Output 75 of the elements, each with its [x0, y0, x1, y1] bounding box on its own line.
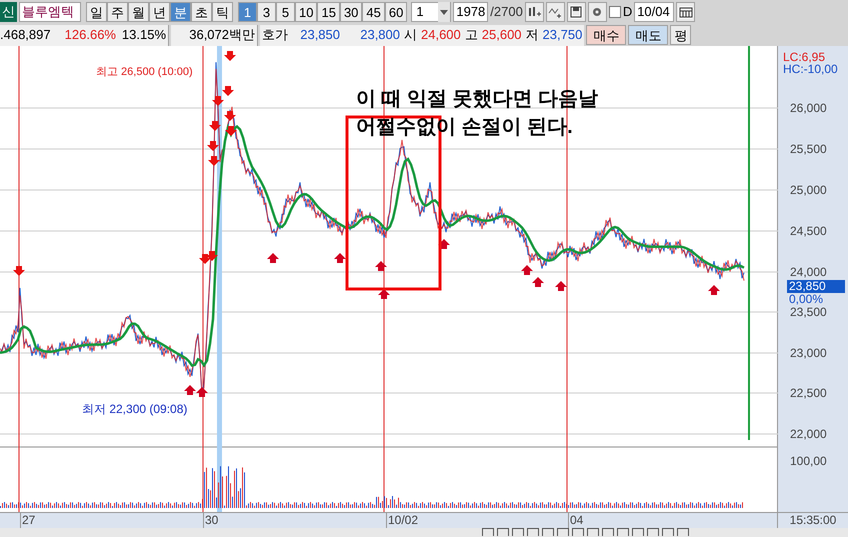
price-tick: 24,500 [790, 225, 827, 238]
total-count: /2700 [490, 3, 523, 22]
tool-icon[interactable] [512, 528, 524, 536]
d-checkbox[interactable] [608, 6, 621, 18]
period-tab[interactable]: 5 [276, 2, 295, 22]
period-tab[interactable]: 초 [191, 2, 212, 22]
open-label: 시 [404, 26, 417, 44]
period-tab[interactable]: 분 [170, 2, 191, 22]
line-add-icon[interactable] [546, 2, 565, 22]
hc-label: HC:-10,00 [783, 62, 838, 78]
current-price-label: 23,850 [787, 280, 845, 293]
price-tick: 26,000 [790, 102, 827, 115]
buy-button[interactable]: 매수 [586, 25, 626, 45]
tool-icon[interactable] [677, 528, 689, 536]
tool-icon[interactable] [632, 528, 644, 536]
tool-icon[interactable] [497, 528, 509, 536]
ask-price: 23,850 [299, 26, 340, 44]
price-tick: 23,500 [790, 306, 827, 319]
price-tick: 25,000 [790, 184, 827, 197]
period-tab[interactable]: 년 [149, 2, 170, 22]
tool-icon[interactable] [587, 528, 599, 536]
low-label: 저 [526, 26, 539, 44]
save-icon[interactable] [566, 2, 586, 22]
price-tick: 22,500 [790, 387, 827, 400]
period-tab[interactable]: 60 [384, 2, 408, 22]
interval-select[interactable]: 1 [411, 2, 452, 22]
turnover-rate: 13.15% [120, 26, 166, 44]
tool-icon[interactable] [602, 528, 614, 536]
calendar-icon[interactable] [676, 2, 696, 22]
trade-amount: 36,072백만 [188, 26, 255, 44]
open-price: 24,600 [421, 26, 461, 44]
candle-add-icon[interactable] [524, 2, 544, 22]
d-label: D [622, 3, 632, 22]
tool-icon[interactable] [542, 528, 554, 536]
stock-name-field[interactable]: 블루엠텍 [19, 2, 81, 22]
ask-price: 23,800 [359, 26, 400, 44]
high-annotation: 최고 26,500 (10:00) [96, 65, 193, 80]
tool-icon[interactable] [482, 528, 494, 536]
tool-icon[interactable] [647, 528, 659, 536]
period-tab[interactable]: 45 [362, 2, 385, 22]
tool-icon[interactable] [662, 528, 674, 536]
average-button[interactable]: 평 [670, 25, 692, 45]
tool-icon[interactable] [572, 528, 584, 536]
low-price: 23,750 [542, 26, 582, 44]
volume-value: .468,897 [0, 26, 52, 44]
market-badge: 신 [0, 2, 17, 22]
tool-icon[interactable] [557, 528, 569, 536]
low-annotation: 최저 22,300 (09:08) [82, 401, 188, 418]
change-rate: 126.66% [64, 26, 116, 44]
period-tab[interactable]: 틱 [212, 2, 233, 22]
price-tick: 22,000 [790, 428, 827, 441]
period-tab[interactable]: 10 [295, 2, 318, 22]
lc-label: LC:6,95 [783, 49, 826, 64]
period-tab[interactable]: 3 [257, 2, 276, 22]
settings-icon[interactable] [588, 2, 607, 22]
period-tab[interactable]: 15 [317, 2, 340, 22]
tool-icon[interactable] [617, 528, 629, 536]
period-tab[interactable]: 1 [238, 2, 257, 22]
high-label: 고 [464, 26, 478, 44]
time-label: 15:35:00 [788, 513, 838, 528]
ask-label: 호가 [262, 26, 288, 44]
period-tab[interactable]: 30 [340, 2, 362, 22]
volume-tick: 100,00 [790, 453, 827, 470]
sell-button[interactable]: 매도 [628, 25, 668, 45]
tool-icon[interactable] [527, 528, 539, 536]
period-tab[interactable]: 일 [86, 2, 107, 22]
current-change: 0,00% [789, 293, 824, 306]
price-tick: 24,000 [790, 266, 827, 279]
price-tick: 25,500 [790, 143, 827, 156]
price-tick: 23,000 [790, 347, 827, 360]
period-tab[interactable]: 월 [128, 2, 149, 22]
count-field[interactable]: 1978 [453, 2, 488, 22]
period-tab[interactable]: 주 [107, 2, 128, 22]
date-field[interactable]: 10/04 [634, 2, 674, 22]
high-price: 25,600 [482, 26, 522, 44]
